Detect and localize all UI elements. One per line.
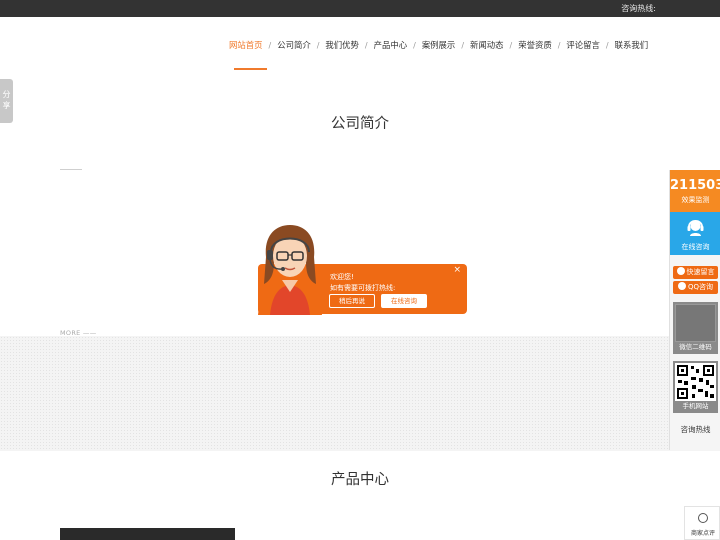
nav-separator: / [557,40,561,50]
qq-penguin-icon [677,282,686,290]
nav-item-honors[interactable]: 荣誉资质 [515,39,555,51]
chat-online-button[interactable]: 在线咨询 [381,294,427,308]
headset-icon [687,220,704,236]
wechat-qr-caption: 微信二维码 [679,343,712,351]
share-label-1: 分 [2,90,11,99]
right-float-panel: 211503 效果监测 在线咨询 快速留言 QQ咨询 微信二维码 手机网站 咨询… [669,170,720,450]
share-label-2: 享 [2,101,11,110]
products-section-title: 产品中心 [331,472,389,488]
nav-separator: / [364,40,368,50]
smiley-icon [698,513,708,523]
visit-counter[interactable]: 211503 效果监测 [670,170,720,212]
pattern-background-band [0,336,720,451]
nav-separator: / [509,40,513,50]
customer-service-agent-icon [258,225,322,315]
merchant-review-label: 商家点评 [690,530,715,537]
nav-separator: / [316,40,320,50]
nav-item-advantages[interactable]: 我们优势 [322,39,362,51]
nav-item-comments[interactable]: 评论留言 [563,39,603,51]
wechat-qr-image-placeholder [675,304,716,342]
quick-message-button[interactable]: 快速留言 [673,266,718,279]
quick-message-label: 快速留言 [686,268,715,276]
merchant-review-button[interactable]: 商家点评 [684,506,720,540]
qq-consult-button[interactable]: QQ咨询 [673,281,718,294]
chat-greeting: 欢迎您! [330,273,354,281]
topbar-hotline: 咨询热线: [621,4,656,13]
nav-item-contact[interactable]: 联系我们 [612,39,652,51]
nav-item-about[interactable]: 公司简介 [274,39,314,51]
wechat-qr-block: 微信二维码 [673,302,718,354]
mobile-qr-code-icon [675,363,716,401]
nav-item-home[interactable]: 网站首页 [226,39,266,51]
online-consult-label: 在线咨询 [681,243,710,251]
close-icon[interactable]: × [453,265,461,275]
visit-count-value: 211503 [670,178,720,193]
product-image-block[interactable] [60,528,235,540]
main-nav: 网站首页 / 公司简介 / 我们优势 / 产品中心 / 案例展示 / 新闻动态 … [226,38,651,52]
nav-item-products[interactable]: 产品中心 [371,39,411,51]
visit-count-label: 效果监测 [681,196,710,204]
nav-separator: / [413,40,416,50]
nav-item-cases[interactable]: 案例展示 [419,39,459,51]
chat-bubble-icon [676,267,685,275]
about-section-title: 公司简介 [331,116,389,132]
mobile-site-qr-block: 手机网站 [673,361,718,413]
nav-separator: / [605,40,609,50]
nav-item-news[interactable]: 新闻动态 [467,39,507,51]
nav-active-underline [234,68,267,70]
chat-message: 如有需要可拨打热线: [330,284,396,292]
top-bar: 咨询热线: [0,0,720,17]
panel-hotline-label: 咨询热线 [680,425,711,434]
about-divider [60,169,82,170]
nav-separator: / [461,40,465,50]
mobile-site-caption: 手机网站 [682,402,709,410]
chat-later-button[interactable]: 稍后再说 [329,294,375,308]
online-consult-button[interactable]: 在线咨询 [670,212,720,255]
nav-separator: / [268,40,272,50]
qq-consult-label: QQ咨询 [687,283,714,291]
